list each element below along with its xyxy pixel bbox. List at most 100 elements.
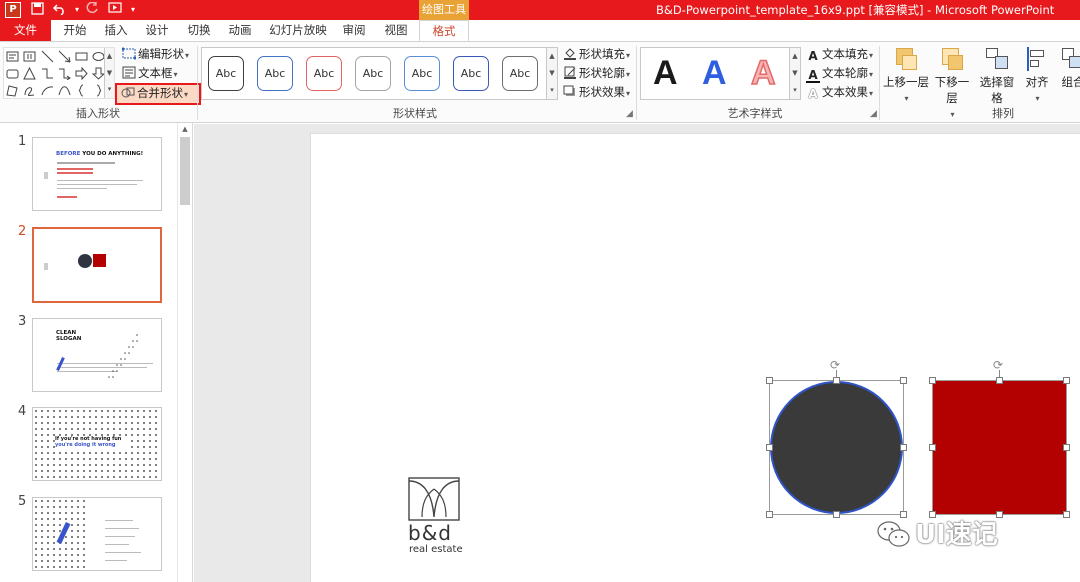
selection-pane-button[interactable]: 选择窗格 [975,46,1019,105]
wordart-style-2[interactable]: A [702,53,727,93]
text-box-button[interactable]: 文本框▾ [122,65,178,82]
triangle-shape-icon[interactable] [23,67,36,80]
left-brace-shape-icon[interactable] [75,84,88,97]
shape-fill-button[interactable]: 形状填充▾ [563,46,630,63]
text-box-icon [122,66,136,79]
tab-animations[interactable]: 动画 [225,20,255,41]
thumb4-text: If you're not having fun you're doing it… [55,436,129,448]
shape-outline-label: 形状轮廓 [579,66,625,80]
slide-number: 1 [18,134,27,149]
shape-style-preset-2[interactable]: Abc [257,56,293,91]
tab-insert[interactable]: 插入 [101,20,131,41]
merge-shapes-button[interactable]: 合并形状▾ [115,83,201,105]
rounded-rectangle-shape-icon[interactable] [6,67,19,80]
start-slideshow-icon[interactable] [107,2,123,18]
resize-handle[interactable] [900,444,907,451]
freeform-shape-icon[interactable] [6,84,19,97]
shape-style-preset-1[interactable]: Abc [208,56,244,91]
shape-style-preset-4[interactable]: Abc [355,56,391,91]
vertical-text-box-icon[interactable] [23,50,36,63]
redo-icon[interactable] [84,1,100,18]
tab-file[interactable]: 文件 [0,20,51,41]
resize-handle[interactable] [766,511,773,518]
right-arrow-shape-icon[interactable] [75,67,88,80]
bring-forward-button[interactable]: 上移一层 ▾ [883,46,929,104]
save-icon[interactable] [29,2,45,18]
elbow-connector-icon[interactable] [41,67,54,80]
resize-handle[interactable] [833,377,840,384]
shapes-gallery[interactable]: ▲ ▼ ▾ [3,47,115,99]
curve-shape-icon[interactable] [58,84,71,97]
wordart-style-3[interactable]: A [750,53,776,93]
resize-handle[interactable] [1063,377,1070,384]
tab-review[interactable]: 审阅 [339,20,369,41]
arrow-shape-icon[interactable] [58,50,71,63]
thumbnail-scrollbar[interactable]: ▲ [177,123,191,582]
group-button[interactable]: 组合 [1058,46,1080,104]
merge-shapes-inner[interactable]: 合并形状▾ [121,85,188,102]
shape-outline-button[interactable]: 形状轮廓▾ [563,65,630,82]
resize-handle[interactable] [996,377,1003,384]
customize-toolbar-icon[interactable]: ▾ [125,2,141,18]
resize-handle[interactable] [900,377,907,384]
rectangle-shape-icon[interactable] [75,50,88,63]
shape-styles-dialog-launcher-icon[interactable]: ◢ [626,109,633,119]
line-shape-icon[interactable] [41,50,54,63]
group-label: 组合 [1061,75,1080,89]
circle-shape[interactable] [770,381,903,514]
shape-style-preset-3[interactable]: Abc [306,56,342,91]
tab-view[interactable]: 视图 [381,20,411,41]
square-shape[interactable] [933,381,1066,514]
wordart-dialog-launcher-icon[interactable]: ◢ [870,109,877,119]
tab-format[interactable]: 格式 [419,20,469,42]
shape-style-preset-7[interactable]: Abc [502,56,538,91]
slide-thumbnail-4[interactable]: If you're not having fun you're doing it… [32,407,162,481]
edit-shape-button[interactable]: 编辑形状▾ [122,46,189,63]
elbow-arrow-connector-icon[interactable] [58,67,71,80]
slide-canvas[interactable]: b&d real estate ⟳ ⟳ [310,133,1080,582]
resize-handle[interactable] [766,377,773,384]
tab-transitions[interactable]: 切换 [184,20,214,41]
resize-handle[interactable] [766,444,773,451]
group-separator [879,46,880,120]
shape-effects-button[interactable]: 形状效果▾ [563,84,630,101]
slide-number: 3 [18,314,27,329]
slide-thumbnail-2[interactable] [32,227,162,303]
slide-thumbnail-3[interactable]: CLEAN SLOGAN [32,318,162,392]
undo-dropdown-icon[interactable]: ▾ [69,2,85,18]
text-effects-button[interactable]: A 文本效果▾ [806,84,873,101]
send-backward-button[interactable]: 下移一层 ▾ [930,46,974,119]
resize-handle[interactable] [833,511,840,518]
wordart-gallery-scroll[interactable]: ▲ ▼ ▾ [789,48,800,99]
resize-handle[interactable] [929,511,936,518]
tab-design[interactable]: 设计 [142,20,172,41]
slide-thumbnail-5[interactable] [32,497,162,571]
slide-number: 2 [18,224,27,239]
shape-styles-gallery-scroll[interactable]: ▲ ▼ ▾ [546,48,557,99]
wordart-style-1[interactable]: A [653,53,678,93]
arc-shape-icon[interactable] [41,84,54,97]
scrollbar-thumb[interactable] [180,137,190,205]
shape-style-preset-6[interactable]: Abc [453,56,489,91]
resize-handle[interactable] [929,444,936,451]
undo-icon[interactable] [52,2,68,18]
tab-home[interactable]: 开始 [60,20,90,41]
resize-handle[interactable] [996,511,1003,518]
shape-style-preset-5[interactable]: Abc [404,56,440,91]
text-fill-button[interactable]: A 文本填充▾ [806,46,873,63]
resize-handle[interactable] [1063,511,1070,518]
text-outline-button[interactable]: A 文本轮廓▾ [806,65,873,83]
shapes-gallery-scroll[interactable]: ▲ ▼ ▾ [104,48,114,98]
slide-thumbnail-1[interactable]: BEFORE YOU DO ANYTHING! [32,137,162,211]
resize-handle[interactable] [900,511,907,518]
align-button[interactable]: 对齐 ▾ [1022,46,1052,104]
slide-thumbnail-panel[interactable]: 1 BEFORE YOU DO ANYTHING! 2 3 CLEAN SLOG… [0,123,193,582]
text-effects-label: 文本效果 [822,85,868,99]
tab-slideshow[interactable]: 幻灯片放映 [269,20,327,41]
title-bar: P ▾ ▾ 绘图工具 B&D-Powerpoint_template_16x9.… [0,0,1080,20]
resize-handle[interactable] [929,377,936,384]
text-box-shape-icon[interactable] [6,50,19,63]
resize-handle[interactable] [1063,444,1070,451]
scroll-up-icon[interactable]: ▲ [178,123,192,135]
scribble-shape-icon[interactable] [23,84,36,97]
